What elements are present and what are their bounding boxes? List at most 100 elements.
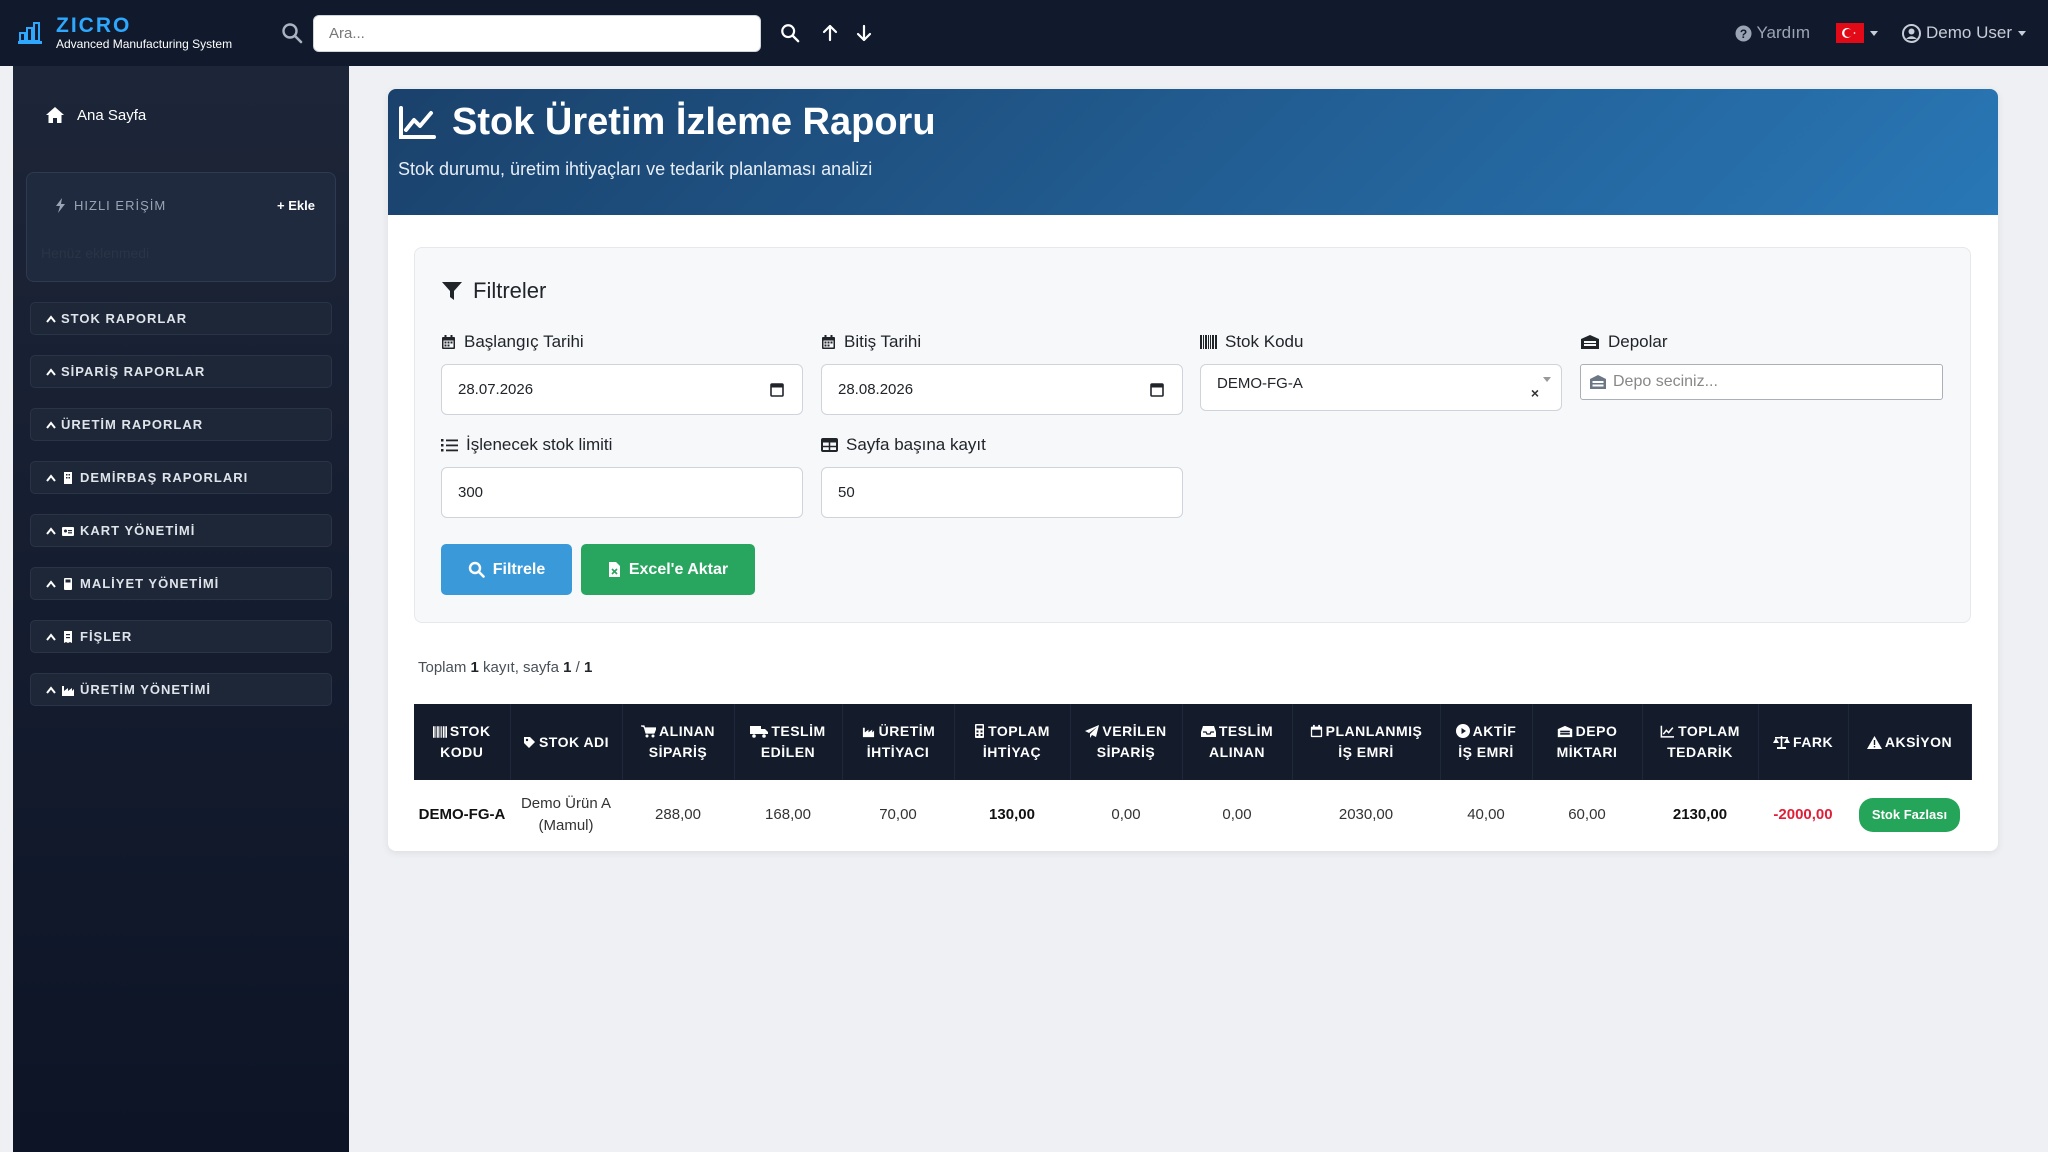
search-input[interactable] [313, 14, 761, 52]
sidebar-item-home[interactable]: Ana Sayfa [45, 106, 146, 124]
page-size-input[interactable]: 50 [821, 467, 1183, 518]
sidebar-item-label: KART YÖNETİMİ [80, 523, 196, 538]
warehouses-placeholder: Depo seciniz... [1613, 373, 1718, 390]
chevron-down-icon [2018, 30, 2026, 36]
header-line1: STOK ADI [538, 733, 610, 750]
sidebar-item-demirbas-raporlari[interactable]: DEMİRBAŞ RAPORLARI [30, 461, 332, 494]
calculator-icon [64, 577, 72, 590]
balance-scale-icon [1772, 735, 1790, 749]
sidebar-item-siparis-raporlar[interactable]: SİPARİŞ RAPORLAR [30, 355, 332, 388]
chart-line-icon [1660, 725, 1675, 738]
add-label: Ekle [288, 198, 315, 213]
sidebar-item-stok-raporlar[interactable]: STOK RAPORLAR [30, 302, 332, 335]
column-header-stock-code[interactable]: STOK KODU [414, 704, 511, 780]
calendar-icon [442, 335, 455, 349]
sidebar-item-uretim-yonetimi[interactable]: ÜRETİM YÖNETİMİ [30, 673, 332, 706]
start-date-label-text: Başlangıç Tarihi [464, 332, 584, 351]
start-date-input[interactable]: 28.07.2026 [441, 364, 803, 415]
warehouses-multiselect[interactable]: Depo seciniz... [1580, 364, 1943, 400]
column-header-received-orders[interactable]: ALINAN SİPARİŞ [622, 704, 735, 780]
header-line1: TOPLAM [1678, 723, 1740, 739]
sidebar: Ana Sayfa HIZLI ERİŞİM + Ekle Henüz ekle… [13, 66, 349, 1152]
page-subtitle: Stok durumu, üretim ihtiyaçları ve tedar… [398, 159, 873, 179]
language-selector[interactable] [1836, 23, 1879, 43]
column-header-planned-work-orders[interactable]: PLANLANMIŞ İŞ EMRİ [1292, 704, 1441, 780]
sidebar-item-kart-yonetimi[interactable]: KART YÖNETİMİ [30, 514, 332, 547]
brand[interactable]: ZICRO Advanced Manufacturing System [16, 15, 256, 51]
clear-selection-icon[interactable]: × [1531, 385, 1539, 401]
stock-code-select[interactable]: DEMO-FG-A × [1200, 364, 1562, 411]
home-icon [46, 107, 64, 123]
export-excel-button[interactable]: Excel'e Aktar [581, 544, 755, 595]
calendar-icon[interactable] [770, 382, 784, 397]
cell-stock-code: DEMO-FG-A [414, 780, 510, 851]
page-title-text: Stok Üretim İzleme Raporu [452, 101, 936, 143]
bolt-icon [56, 198, 65, 213]
cell-placed-orders: 0,00 [1070, 780, 1182, 851]
filter-button[interactable]: Filtrele [441, 544, 572, 595]
header-line1: VERİLEN [1102, 723, 1167, 739]
sidebar-item-uretim-raporlar[interactable]: ÜRETİM RAPORLAR [30, 408, 332, 441]
column-header-delivered[interactable]: TESLİM EDİLEN [734, 704, 843, 780]
column-header-production-need[interactable]: ÜRETİM İHTİYACI [842, 704, 955, 780]
column-header-total-need[interactable]: TOPLAM İHTİYAÇ [954, 704, 1071, 780]
cell-total-need: 130,00 [954, 780, 1070, 851]
sidebar-item-maliyet-yonetimi[interactable]: MALİYET YÖNETİMİ [30, 567, 332, 600]
industry-icon [62, 685, 74, 696]
status-badge[interactable]: Stok Fazlası [1858, 798, 1961, 833]
table-row[interactable]: DEMO-FG-A Demo Ürün A (Mamul) 288,00 168… [414, 780, 1971, 851]
summary-prefix: Toplam [418, 659, 467, 676]
column-header-difference[interactable]: FARK [1758, 704, 1849, 780]
end-date-input[interactable]: 28.08.2026 [821, 364, 1183, 415]
column-header-received[interactable]: TESLİM ALINAN [1182, 704, 1293, 780]
stock-limit-input[interactable]: 300 [441, 467, 803, 518]
column-header-placed-orders[interactable]: VERİLEN SİPARİŞ [1070, 704, 1183, 780]
chevron-down-icon [1543, 377, 1551, 382]
help-label: Yardım [1756, 23, 1811, 42]
column-header-action[interactable]: AKSİYON [1848, 704, 1972, 780]
sidebar-item-label: DEMİRBAŞ RAPORLARI [80, 470, 249, 485]
column-header-total-supply[interactable]: TOPLAM TEDARİK [1642, 704, 1759, 780]
chevron-up-icon [46, 579, 56, 588]
header-line2: KODU [440, 744, 484, 760]
truck-icon [750, 726, 769, 738]
warning-icon [1866, 735, 1882, 749]
warehouse-icon [1590, 375, 1606, 389]
header-line1: STOK [449, 723, 491, 739]
filters-panel: Filtreler Başlangıç Tarihi 28.07.2026 Bi… [414, 247, 1971, 623]
sidebar-item-label: ÜRETİM RAPORLAR [61, 417, 204, 432]
column-header-stock-name[interactable]: STOK ADI [510, 704, 623, 780]
chevron-up-icon [46, 473, 56, 482]
help-link[interactable]: ? Yardım [1735, 23, 1810, 43]
user-menu[interactable]: Demo User [1902, 23, 2026, 43]
header-line2: İHTİYAÇ [982, 744, 1042, 760]
receipt-icon [64, 630, 72, 643]
barcode-icon [432, 726, 447, 738]
sidebar-item-label: FİŞLER [80, 629, 133, 644]
inbox-icon [1200, 726, 1216, 737]
stock-code-value: DEMO-FG-A [1217, 375, 1303, 392]
column-header-active-work-orders[interactable]: AKTİF İŞ EMRİ [1440, 704, 1533, 780]
play-circle-icon [1455, 724, 1470, 738]
search-button[interactable] [779, 22, 801, 44]
previous-result-button[interactable] [819, 22, 841, 44]
warehouse-icon [1581, 335, 1599, 349]
chevron-up-icon [46, 314, 56, 323]
filters-title-text: Filtreler [473, 278, 547, 303]
warehouse-icon [1557, 725, 1572, 738]
stock-limit-label: İşlenecek stok limiti [441, 435, 612, 455]
filter-icon [442, 282, 462, 300]
user-name: Demo User [1926, 23, 2012, 42]
sidebar-item-fisler[interactable]: FİŞLER [30, 620, 332, 653]
quick-access-title-text: HIZLI ERİŞİM [74, 198, 167, 213]
header-line1: AKSİYON [1884, 733, 1953, 750]
calendar-icon[interactable] [1150, 382, 1164, 397]
quick-access-add-button[interactable]: + Ekle [277, 198, 315, 213]
record-summary: Toplam 1 kayıt, sayfa 1 / 1 [418, 659, 592, 676]
next-result-button[interactable] [853, 22, 875, 44]
filters-title: Filtreler [441, 278, 546, 304]
calendar-icon [822, 335, 835, 349]
column-header-warehouse-qty[interactable]: DEPO MİKTARI [1532, 704, 1643, 780]
quick-access-title: HIZLI ERİŞİM [55, 198, 166, 213]
id-card-icon [62, 526, 74, 536]
